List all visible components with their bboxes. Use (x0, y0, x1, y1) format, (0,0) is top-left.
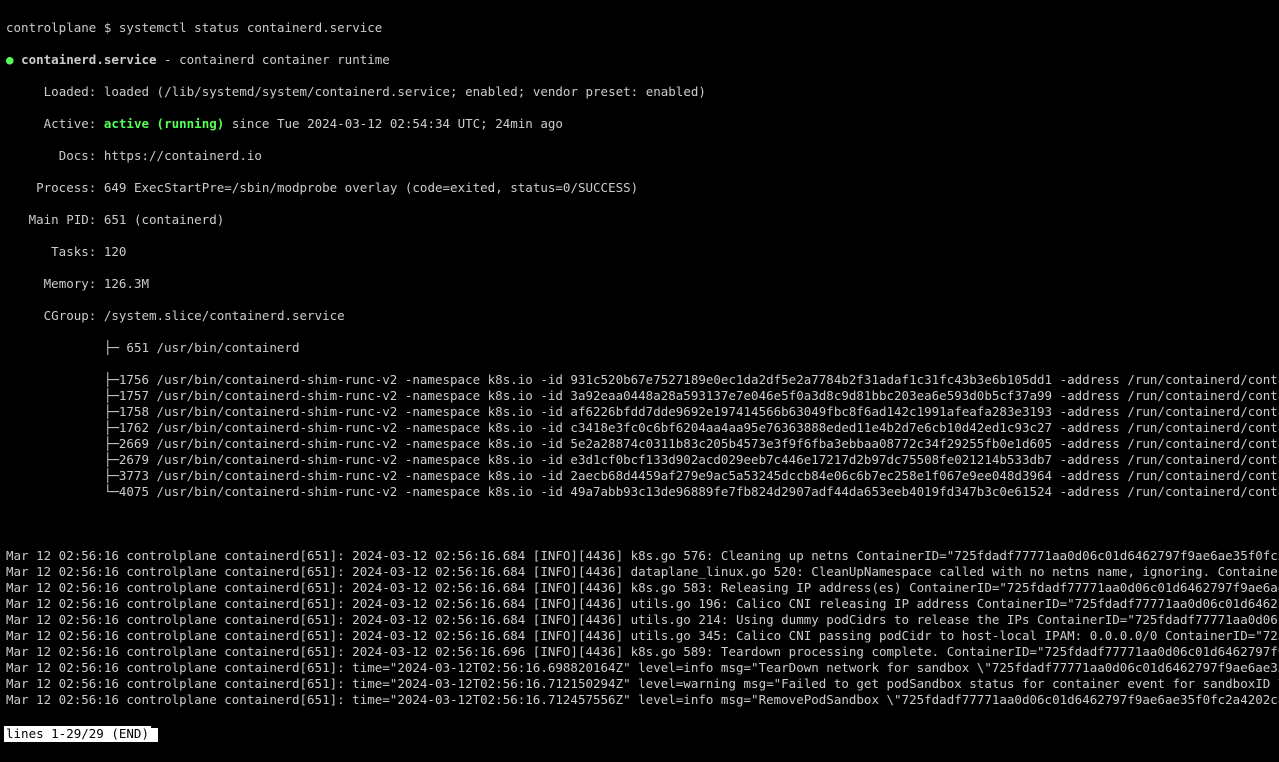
cgroup-line: CGroup: /system.slice/containerd.service (6, 308, 1273, 324)
cgroup-value: /system.slice/containerd.service (104, 308, 345, 323)
prompt-line: controlplane $ systemctl status containe… (6, 20, 1273, 36)
tasks-label: Tasks: (51, 244, 96, 259)
mainpid-line: Main PID: 651 (containerd) (6, 212, 1273, 228)
cgroup-label: CGroup: (44, 308, 97, 323)
tasks-value: 120 (104, 244, 127, 259)
tree-main-proc: ├─ 651 /usr/bin/containerd (104, 340, 300, 355)
cgroup-tree-main: ├─ 651 /usr/bin/containerd (6, 340, 1273, 356)
docs-label: Docs: (59, 148, 97, 163)
log-line: Mar 12 02:56:16 controlplane containerd[… (6, 596, 1273, 612)
cgroup-tree-item: ├─3773 /usr/bin/containerd-shim-runc-v2 … (6, 468, 1273, 484)
memory-value: 126.3M (104, 276, 149, 291)
desc-sep: - (157, 52, 180, 67)
active-label: Active: (44, 116, 97, 131)
status-bullet-icon: ● (6, 52, 14, 67)
log-line: Mar 12 02:56:16 controlplane containerd[… (6, 660, 1273, 676)
service-header-line: ● containerd.service - containerd contai… (6, 52, 1273, 68)
active-status: active (running) (104, 116, 224, 131)
blank-line (6, 516, 1273, 532)
cgroup-tree-item: └─4075 /usr/bin/containerd-shim-runc-v2 … (6, 484, 1273, 500)
log-line: Mar 12 02:56:16 controlplane containerd[… (6, 676, 1273, 692)
cgroup-tree-item: ├─1762 /usr/bin/containerd-shim-runc-v2 … (6, 420, 1273, 436)
pager-status-line: lines 1-29/29 (END) (6, 724, 1273, 742)
loaded-value: loaded (/lib/systemd/system/containerd.s… (104, 84, 706, 99)
cursor-icon (151, 728, 158, 742)
prompt-host: controlplane (6, 20, 96, 35)
prompt-sep: $ (104, 20, 112, 35)
log-line: Mar 12 02:56:16 controlplane containerd[… (6, 628, 1273, 644)
service-name: containerd.service (21, 52, 156, 67)
cgroup-tree-item: ├─2669 /usr/bin/containerd-shim-runc-v2 … (6, 436, 1273, 452)
pager-status[interactable]: lines 1-29/29 (END) (4, 726, 151, 742)
process-label: Process: (36, 180, 96, 195)
active-line: Active: active (running) since Tue 2024-… (6, 116, 1273, 132)
memory-label: Memory: (44, 276, 97, 291)
log-line: Mar 12 02:56:16 controlplane containerd[… (6, 644, 1273, 660)
loaded-label: Loaded: (44, 84, 97, 99)
log-line: Mar 12 02:56:16 controlplane containerd[… (6, 548, 1273, 564)
docs-value: https://containerd.io (104, 148, 262, 163)
active-since: since Tue 2024-03-12 02:54:34 UTC; 24min… (232, 116, 563, 131)
service-desc: containerd container runtime (179, 52, 390, 67)
log-line: Mar 12 02:56:16 controlplane containerd[… (6, 612, 1273, 628)
memory-line: Memory: 126.3M (6, 276, 1273, 292)
process-line: Process: 649 ExecStartPre=/sbin/modprobe… (6, 180, 1273, 196)
cgroup-tree-item: ├─1757 /usr/bin/containerd-shim-runc-v2 … (6, 388, 1273, 404)
terminal-output[interactable]: controlplane $ systemctl status containe… (0, 0, 1279, 762)
docs-line: Docs: https://containerd.io (6, 148, 1273, 164)
log-line: Mar 12 02:56:16 controlplane containerd[… (6, 580, 1273, 596)
process-value: 649 ExecStartPre=/sbin/modprobe overlay … (104, 180, 638, 195)
command-text: systemctl status containerd.service (119, 20, 382, 35)
log-line: Mar 12 02:56:16 controlplane containerd[… (6, 564, 1273, 580)
loaded-line: Loaded: loaded (/lib/systemd/system/cont… (6, 84, 1273, 100)
log-line: Mar 12 02:56:16 controlplane containerd[… (6, 692, 1273, 708)
mainpid-label: Main PID: (29, 212, 97, 227)
cgroup-tree-item: ├─1758 /usr/bin/containerd-shim-runc-v2 … (6, 404, 1273, 420)
mainpid-value: 651 (containerd) (104, 212, 224, 227)
tasks-line: Tasks: 120 (6, 244, 1273, 260)
cgroup-tree-item: ├─1756 /usr/bin/containerd-shim-runc-v2 … (6, 372, 1273, 388)
cgroup-tree-item: ├─2679 /usr/bin/containerd-shim-runc-v2 … (6, 452, 1273, 468)
